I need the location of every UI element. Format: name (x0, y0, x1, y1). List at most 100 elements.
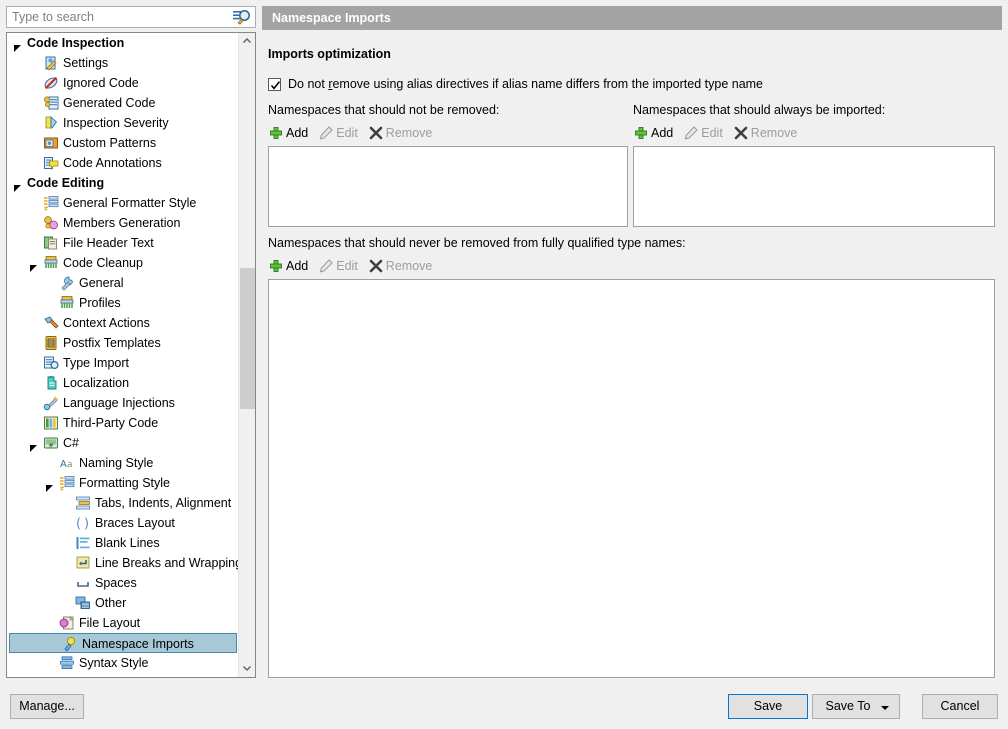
sidebar-item[interactable]: Ignored Code (7, 73, 239, 93)
members-generation-icon (43, 215, 59, 231)
sidebar-item[interactable]: Context Actions (7, 313, 239, 333)
sidebar-item[interactable]: Line Breaks and Wrapping (7, 553, 239, 573)
sidebar-item[interactable]: Spaces (7, 573, 239, 593)
add-button[interactable]: Add (268, 257, 308, 275)
tree-scrollbar-thumb[interactable] (240, 268, 255, 409)
settings-navigation-pane: Code Inspection Settings Ignored Code Gener… (6, 6, 256, 678)
page-title: Namespace Imports (262, 6, 1002, 30)
edit-button: Edit (318, 124, 358, 142)
pencil-icon (683, 125, 699, 141)
settings-tree[interactable]: Code Inspection Settings Ignored Code Gener… (6, 32, 256, 678)
scroll-up-button[interactable] (239, 33, 255, 50)
type-import-icon (43, 355, 59, 371)
sidebar-item[interactable]: Third-Party Code (7, 413, 239, 433)
pencil-icon (318, 258, 334, 274)
formatter-style-icon (59, 475, 75, 491)
sidebar-item[interactable]: Custom Patterns (7, 133, 239, 153)
sidebar-item[interactable]: Tabs, Indents, Alignment (7, 493, 239, 513)
sidebar-item-label: Spaces (95, 576, 137, 590)
sidebar-item[interactable]: File Header Text (7, 233, 239, 253)
tabs-indents-icon (75, 495, 91, 511)
sidebar-item[interactable]: Inspection Severity (7, 113, 239, 133)
list-label-not-removed: Namespaces that should not be removed: (268, 103, 500, 117)
tree-scrollbar[interactable] (238, 33, 255, 677)
plus-icon (633, 125, 649, 141)
listbox-never-removed-fq[interactable] (268, 279, 995, 678)
sidebar-item[interactable]: Formatting Style (7, 473, 239, 493)
expander-icon[interactable] (45, 479, 54, 492)
sidebar-item[interactable]: Profiles (7, 293, 239, 313)
sidebar-item-selected[interactable]: Namespace Imports (9, 633, 237, 653)
file-header-icon (43, 235, 59, 251)
sidebar-item[interactable]: Code Annotations (7, 153, 239, 173)
naming-style-icon: Aa (59, 455, 75, 471)
sidebar-item[interactable]: General Formatter Style (7, 193, 239, 213)
search-box[interactable] (6, 6, 256, 28)
sidebar-item[interactable]: Generated Code (7, 93, 239, 113)
svg-text:A: A (60, 459, 67, 470)
syntax-style-icon (59, 655, 75, 671)
sidebar-item-label: Other (95, 596, 127, 610)
section-heading: Imports optimization (268, 47, 391, 61)
sidebar-item[interactable]: Type Import (7, 353, 239, 373)
sidebar-item-label: Code Inspection (27, 36, 125, 50)
sidebar-item[interactable]: # C# (7, 433, 239, 453)
search-icon[interactable] (233, 9, 251, 26)
blank-lines-icon (75, 535, 91, 551)
generated-code-icon (43, 95, 59, 111)
sidebar-item[interactable]: General (7, 273, 239, 293)
sidebar-item[interactable]: Members Generation (7, 213, 239, 233)
edit-button: Edit (318, 257, 358, 275)
sidebar-item[interactable]: Settings (7, 53, 239, 73)
remove-button: Remove (733, 124, 797, 142)
listbox-always-imported[interactable] (633, 146, 995, 227)
save-to-button[interactable]: Save To (812, 694, 900, 719)
ignored-code-icon (43, 75, 59, 91)
sidebar-item[interactable]: Localization (7, 373, 239, 393)
wrench-icon (59, 275, 75, 291)
sidebar-item[interactable]: Language Injections (7, 393, 239, 413)
code-cleanup-icon (43, 255, 59, 271)
sidebar-item-label: Line Breaks and Wrapping (95, 556, 239, 570)
sidebar-item-label: Inspection Severity (63, 116, 169, 130)
svg-text:a: a (67, 460, 73, 470)
sidebar-item[interactable]: Syntax Style (7, 653, 239, 673)
expander-icon[interactable] (29, 439, 38, 452)
file-layout-icon (59, 615, 75, 631)
x-icon (733, 125, 749, 141)
line-breaks-icon (75, 555, 91, 571)
sidebar-item[interactable]: File Layout (7, 613, 239, 633)
sidebar-item[interactable]: Postfix Templates (7, 333, 239, 353)
expander-icon[interactable] (13, 39, 22, 52)
sidebar-item-label: Language Injections (63, 396, 175, 410)
add-button[interactable]: Add (633, 124, 673, 142)
sidebar-item[interactable]: Code Inspection (7, 33, 239, 53)
sidebar-item[interactable]: Code Cleanup (7, 253, 239, 273)
options-dialog: Code Inspection Settings Ignored Code Gener… (0, 0, 1008, 729)
sidebar-item[interactable]: Code Editing (7, 173, 239, 193)
save-button[interactable]: Save (728, 694, 808, 719)
sidebar-item[interactable]: Other (7, 593, 239, 613)
scroll-down-button[interactable] (239, 660, 255, 677)
settings-detail-pane: Namespace Imports Imports optimization D… (262, 6, 1002, 678)
sidebar-item-label: Tabs, Indents, Alignment (95, 496, 232, 510)
sidebar-item[interactable]: Aa Naming Style (7, 453, 239, 473)
listbox-not-removed[interactable] (268, 146, 628, 227)
manage-button[interactable]: Manage... (10, 694, 84, 719)
expander-icon[interactable] (13, 179, 22, 192)
checkbox-box[interactable] (268, 78, 281, 91)
sidebar-item[interactable]: () Braces Layout (7, 513, 239, 533)
search-input[interactable] (12, 7, 224, 27)
sidebar-item-label: Naming Style (79, 456, 154, 470)
sidebar-item-label: Type Import (63, 356, 129, 370)
cancel-button[interactable]: Cancel (922, 694, 998, 719)
add-button[interactable]: Add (268, 124, 308, 142)
other-icon (75, 595, 91, 611)
sidebar-item[interactable]: Blank Lines (7, 533, 239, 553)
remove-label: Remove (385, 126, 433, 140)
settings-tree-list[interactable]: Code Inspection Settings Ignored Code Gener… (7, 33, 239, 677)
toolbar-never-removed-fq: Add Edit Remove (268, 257, 442, 275)
edit-button: Edit (683, 124, 723, 142)
dialog-footer: Manage... Save Save To Cancel (0, 684, 1008, 729)
expander-icon[interactable] (29, 259, 38, 272)
